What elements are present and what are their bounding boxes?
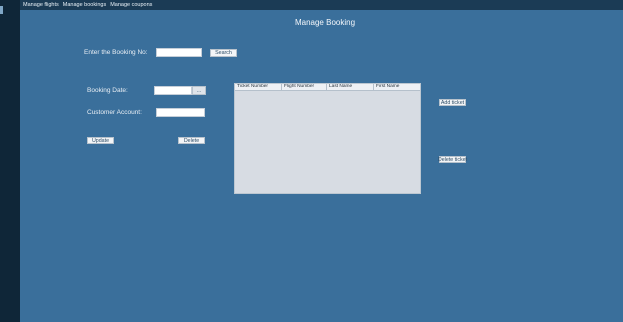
left-side-strip — [0, 0, 20, 322]
customer-account-input[interactable] — [156, 108, 205, 117]
column-header-flight-number[interactable]: Flight Number — [282, 84, 327, 90]
delete-button[interactable]: Delete — [178, 137, 205, 144]
column-header-last-name[interactable]: Last Name — [327, 84, 374, 90]
menu-manage-flights[interactable]: Manage flights — [23, 0, 59, 10]
add-ticket-button[interactable]: Add ticket — [439, 99, 466, 106]
tickets-table[interactable]: Ticket Number Flight Number Last Name Fi… — [234, 83, 421, 194]
update-button[interactable]: Update — [87, 137, 114, 144]
left-strip-marker — [0, 6, 3, 14]
date-picker-button[interactable]: ... — [192, 86, 206, 95]
column-header-ticket-number[interactable]: Ticket Number — [235, 84, 282, 90]
search-button[interactable]: Search — [210, 49, 237, 57]
booking-no-label: Enter the Booking No: — [84, 49, 148, 56]
customer-account-label: Customer Account: — [87, 109, 142, 116]
delete-ticket-button[interactable]: Delete ticket — [438, 156, 467, 163]
menu-manage-bookings[interactable]: Manage bookings — [63, 0, 106, 10]
column-header-first-name[interactable]: First Name — [374, 84, 420, 90]
tickets-table-header: Ticket Number Flight Number Last Name Fi… — [235, 84, 420, 91]
page-title: Manage Booking — [294, 18, 356, 27]
menu-manage-coupons[interactable]: Manage coupons — [110, 0, 152, 10]
booking-date-input[interactable] — [154, 86, 192, 95]
menu-bar: Manage flights Manage bookings Manage co… — [20, 0, 623, 10]
booking-date-label: Booking Date: — [87, 87, 128, 94]
booking-no-input[interactable] — [156, 48, 202, 57]
tickets-table-body[interactable] — [235, 91, 420, 193]
